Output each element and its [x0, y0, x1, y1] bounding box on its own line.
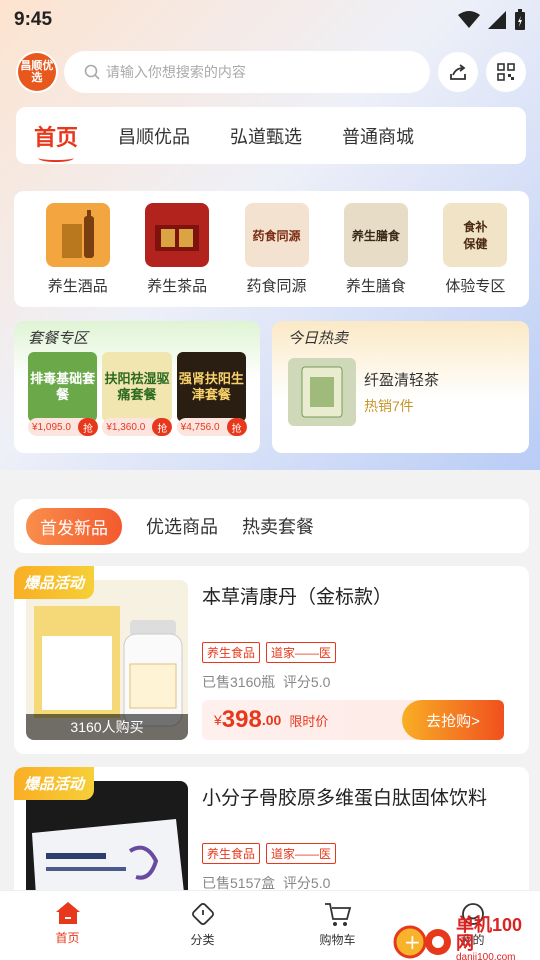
- top-tabs: 首页 昌顺优品 弘道甄选 普通商城: [16, 107, 526, 164]
- product-tag: 养生食品: [202, 642, 261, 663]
- filter-tab-selected[interactable]: 优选商品: [146, 513, 218, 539]
- package-zone-title: 套餐专区: [28, 330, 89, 347]
- grab-button[interactable]: 抢: [152, 418, 173, 436]
- price-text: ¥1,095.0: [32, 421, 71, 433]
- promo-badge: 爆品活动: [14, 566, 95, 599]
- tea-gift-box-icon: [145, 203, 210, 267]
- food-bowls-icon: 食补 保健: [443, 203, 508, 267]
- grab-now-button[interactable]: 去抢购>: [402, 700, 504, 740]
- package-price: ¥1,095.0 抢: [28, 418, 98, 436]
- package-price: ¥1,360.0 抢: [102, 418, 173, 436]
- tea-product-icon: [288, 358, 356, 426]
- product-tag: 道家——医: [266, 843, 337, 864]
- category-icon: [191, 903, 214, 925]
- status-icons: [458, 9, 526, 31]
- signal-icon: [488, 11, 506, 29]
- limited-price-label: 限时价: [289, 713, 329, 729]
- tabbar-label: 分类: [190, 933, 215, 947]
- price-integer: 398: [221, 706, 262, 733]
- share-button[interactable]: [438, 52, 479, 92]
- tabbar-cart[interactable]: 购物车: [270, 891, 405, 960]
- package-price: ¥4,756.0 抢: [176, 418, 247, 436]
- cart-icon: [324, 903, 351, 926]
- product-filter-tabs: 首发新品 优选商品 热卖套餐: [14, 499, 529, 553]
- package-image: 强肾扶阳生津套餐: [176, 352, 246, 422]
- filter-tab-new[interactable]: 首发新品: [26, 507, 122, 545]
- buyers-count: 3160人购买: [26, 714, 188, 740]
- today-hot[interactable]: 今日热卖 纤盈清轻茶 热销7件: [272, 321, 529, 453]
- grab-button[interactable]: 抢: [78, 418, 98, 436]
- tab-home[interactable]: 首页: [34, 120, 78, 162]
- hot-product-name: 纤盈清轻茶: [364, 371, 440, 389]
- category-item[interactable]: 养生酒品: [28, 203, 127, 307]
- package-image: 扶阳祛湿驱痛套餐: [102, 352, 172, 422]
- watermark-logo-icon: +: [393, 925, 451, 958]
- search-icon: [84, 64, 100, 80]
- grab-button[interactable]: 抢: [226, 418, 247, 436]
- price-text: ¥4,756.0: [180, 421, 220, 433]
- price-decimal: .00: [261, 712, 282, 728]
- search-placeholder: 请输入你想搜索的内容: [105, 64, 246, 80]
- sold-count: 已售5157盒: [202, 875, 276, 891]
- qr-scan-icon: [497, 63, 515, 81]
- scan-button[interactable]: [486, 52, 526, 92]
- category-label: 体验专区: [445, 278, 506, 295]
- home-icon: [55, 902, 80, 924]
- today-hot-title: 今日热卖: [288, 330, 349, 347]
- tab-regular-mall[interactable]: 普通商城: [342, 123, 414, 149]
- buy-bar[interactable]: ¥ 398 .00 限时价 去抢购>: [202, 700, 504, 740]
- category-item[interactable]: 药食同源 药食同源: [227, 203, 326, 307]
- watermark: + 单机100网 danji100.com: [392, 916, 540, 960]
- rating: 评分5.0: [282, 674, 331, 690]
- tabbar-label: 首页: [55, 931, 80, 945]
- price-text: ¥1,360.0: [106, 421, 146, 433]
- category-item[interactable]: 食补 保健 体验专区: [426, 203, 525, 307]
- category-label: 养生酒品: [47, 278, 108, 295]
- package-zone[interactable]: 套餐专区 排毒基础套餐 ¥1,095.0 抢 扶阳祛湿驱痛套餐 ¥1,360.0 抢…: [14, 321, 260, 453]
- wifi-icon: [458, 11, 480, 28]
- svg-text:+: +: [404, 929, 421, 953]
- battery-icon: [515, 9, 525, 30]
- sold-count: 已售3160瓶: [202, 674, 276, 690]
- category-grid: 养生酒品 养生茶品 药食同源 药食同源 养生膳食 养生膳食 食补 保健 体验专区: [14, 191, 529, 307]
- tabbar-home[interactable]: 首页: [0, 891, 135, 960]
- category-label: 养生膳食: [345, 278, 406, 295]
- product-name: 本草清康丹（金标款）: [202, 587, 393, 608]
- search-row: 昌顺优选 请输入你想搜索的内容: [16, 50, 526, 94]
- package-item[interactable]: 强肾扶阳生津套餐 ¥4,756.0 抢: [176, 352, 247, 436]
- tab-changshun[interactable]: 昌顺优品: [118, 123, 190, 149]
- hot-product-sales: 热销7件: [364, 397, 414, 414]
- category-item[interactable]: 养生膳食 养生膳食: [326, 203, 425, 307]
- product-tag: 道家——医: [266, 642, 337, 663]
- watermark-url: danji100.com: [455, 952, 516, 960]
- tabbar-label: 购物车: [319, 933, 356, 947]
- rating: 评分5.0: [282, 875, 331, 891]
- search-input[interactable]: 请输入你想搜索的内容: [63, 51, 431, 93]
- package-image: 排毒基础套餐: [28, 352, 98, 422]
- status-bar: 9:45: [0, 0, 540, 40]
- filter-tab-hot-package[interactable]: 热卖套餐: [242, 513, 314, 539]
- sales-info: 已售3160瓶 评分5.0: [202, 672, 330, 692]
- package-item[interactable]: 排毒基础套餐 ¥1,095.0 抢: [28, 352, 98, 436]
- category-label: 药食同源: [246, 278, 307, 295]
- product-tag: 养生食品: [202, 843, 261, 864]
- tab-hongdao[interactable]: 弘道甄选: [230, 123, 302, 149]
- health-meal-icon: 养生膳食: [343, 203, 408, 267]
- product-card[interactable]: 爆品活动 3160人购买 本草清康丹（金标款） 养生食品 道家——医 已售316…: [14, 566, 529, 754]
- herbal-food-icon: 药食同源: [244, 203, 309, 267]
- app-logo[interactable]: 昌顺优选: [16, 51, 58, 93]
- promo-badge: 爆品活动: [14, 767, 95, 800]
- category-label: 养生茶品: [147, 278, 208, 295]
- tabbar-category[interactable]: 分类: [135, 891, 270, 960]
- watermark-text: 单机100网: [455, 915, 523, 953]
- product-name: 小分子骨胶原多维蛋白肽固体饮料: [202, 788, 488, 809]
- clock: 9:45: [14, 9, 53, 30]
- liquor-gift-box-icon: [45, 203, 110, 267]
- product-image: 3160人购买: [26, 580, 188, 740]
- share-icon: [450, 64, 467, 80]
- package-item[interactable]: 扶阳祛湿驱痛套餐 ¥1,360.0 抢: [102, 352, 173, 436]
- category-item[interactable]: 养生茶品: [127, 203, 226, 307]
- currency-symbol: ¥: [214, 712, 222, 728]
